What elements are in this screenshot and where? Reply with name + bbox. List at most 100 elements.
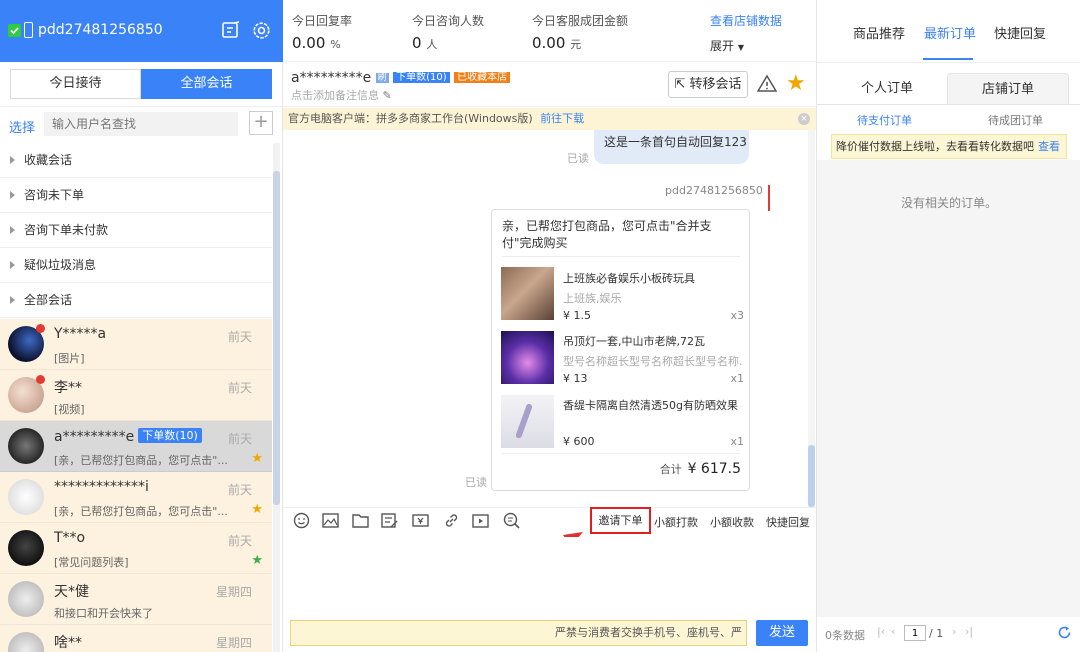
image-icon[interactable] [322, 512, 339, 529]
small-payment-button[interactable]: 小额打款 [654, 514, 698, 530]
folder-icon[interactable] [352, 512, 369, 529]
notice-view-link[interactable]: 查看 [1038, 135, 1060, 158]
stat-value: 0.00 [532, 34, 566, 52]
group-no-order[interactable]: 咨询未下单 [0, 178, 272, 213]
conversation-preview: [常见问题列表] [54, 556, 129, 569]
edit-icon[interactable] [222, 21, 240, 39]
link-icon[interactable] [443, 512, 460, 529]
quick-reply-button[interactable]: 快捷回复 [766, 514, 810, 530]
transfer-session-button[interactable]: ⇱ 转移会话 [668, 71, 748, 98]
product-spec: 上班族,娱乐 [563, 292, 622, 305]
read-indicator: 已读 [567, 152, 589, 165]
divider [0, 106, 283, 107]
expand-label: 展开 [710, 39, 735, 53]
conversation-item-active[interactable]: a*********e 下单数(10) [亲，已帮您打包商品，您可点击"... 前… [0, 421, 272, 472]
search-product-icon[interactable] [503, 512, 520, 529]
conversation-list: Y*****a [图片] 前天 李** [视频] 前天 a*********e 下… [0, 319, 272, 652]
tab-personal-orders[interactable]: 个人订单 [827, 73, 947, 104]
add-note-link[interactable]: 点击添加备注信息 ✎ [291, 87, 392, 103]
conversation-item[interactable]: Y*****a [图片] 前天 [0, 319, 272, 370]
send-button[interactable]: 发送 [756, 620, 808, 646]
group-favorites[interactable]: 收藏会话 [0, 143, 272, 178]
conversation-item[interactable]: *************i [亲，已帮您打包商品，您可点击"... 前天 ★ [0, 472, 272, 523]
group-list: 收藏会话 咨询未下单 咨询下单未付款 疑似垃圾消息 全部会话 [0, 143, 272, 318]
prev-page-icon[interactable]: ‹ [891, 625, 895, 638]
group-unpaid[interactable]: 咨询下单未付款 [0, 213, 272, 248]
last-page-icon[interactable]: ›| [965, 625, 973, 638]
small-collect-button[interactable]: 小额收款 [710, 514, 754, 530]
stat-reply-rate: 今日回复率 0.00 % [292, 12, 352, 52]
conversation-preview: 和接口和开会快来了 [54, 607, 153, 620]
divider [817, 62, 1080, 63]
order-card[interactable]: 亲，已帮您打包商品，您可点击"合并支付"完成购买 上班族必备娱乐小板砖玩具 上班… [491, 209, 750, 491]
read-indicator: 已读 [465, 476, 487, 489]
group-all-sessions[interactable]: 全部会话 [0, 283, 272, 318]
product-qty: x1 [730, 435, 744, 448]
emoji-icon[interactable] [293, 512, 310, 529]
scrollbar-thumb[interactable] [273, 171, 280, 505]
scrollbar-track[interactable] [273, 143, 280, 652]
tab-product-recommend[interactable]: 商品推荐 [853, 23, 905, 42]
conversation-item[interactable]: 李** [视频] 前天 [0, 370, 272, 421]
first-page-icon[interactable]: |‹ [877, 625, 885, 638]
avatar [8, 581, 44, 617]
refresh-icon[interactable] [1057, 625, 1072, 640]
tab-all-sessions[interactable]: 全部会话 [141, 69, 272, 99]
tab-quick-reply[interactable]: 快捷回复 [994, 23, 1046, 42]
tab-store-orders[interactable]: 店铺订单 [947, 73, 1069, 104]
banner-text: 官方电脑客户端：拼多多商家工作台(Windows版) [288, 112, 533, 125]
select-link[interactable]: 选择 [9, 117, 35, 136]
edit-note-icon[interactable] [381, 512, 398, 529]
divider [817, 104, 1080, 105]
total-label: 合计 [659, 463, 682, 476]
star-icon[interactable]: ★ [251, 502, 263, 517]
active-tab-indicator [923, 58, 973, 60]
tag-favorited: 已收藏本店 [454, 72, 511, 83]
product-price: ¥ 600 [563, 435, 595, 448]
expand-toggle[interactable]: 展开 ▼ [710, 37, 744, 54]
product-title: 香缇卡隔离自然清透50g有防晒效果 [563, 399, 738, 412]
video-icon[interactable] [472, 512, 490, 529]
star-icon[interactable]: ★ [251, 451, 263, 466]
divider [502, 256, 740, 257]
order-list-area: 没有相关的订单。 [817, 160, 1080, 617]
tab-latest-orders[interactable]: 最新订单 [924, 23, 976, 42]
conversation-item[interactable]: 啥** 星期四 [0, 625, 272, 652]
warning-icon[interactable] [757, 74, 777, 93]
conversation-name: *************i [54, 479, 149, 495]
invite-order-button[interactable]: 邀请下单 [590, 507, 651, 534]
coupon-icon[interactable] [412, 512, 429, 529]
stat-unit: 元 [570, 38, 582, 51]
tab-today[interactable]: 今日接待 [10, 69, 141, 99]
compliance-warning: 严禁与消费者交换手机号、座机号、严 [290, 620, 747, 646]
favorite-star-icon[interactable]: ★ [786, 71, 806, 96]
tab-pending-group[interactable]: 待成团订单 [988, 112, 1043, 128]
message-input[interactable] [283, 537, 816, 617]
banner-download-link[interactable]: 前往下载 [540, 112, 584, 125]
tab-pending-payment[interactable]: 待支付订单 [857, 112, 912, 128]
next-page-icon[interactable]: › [952, 625, 956, 638]
product-title: 上班族必备娱乐小板砖玩具 [563, 272, 695, 285]
promo-notice: 降价催付数据上线啦，去看看转化数据吧 查看 [831, 134, 1067, 159]
phone-icon [24, 22, 33, 38]
conversation-time: 星期四 [215, 636, 252, 650]
product-spec: 型号名称超长型号名称超长型号名称... [563, 355, 743, 368]
conversation-item[interactable]: 天*健 和接口和开会快来了 星期四 [0, 574, 272, 625]
settings-gear-icon[interactable] [252, 21, 271, 40]
total-amount: ¥ 617.5 [687, 461, 741, 477]
tag-small: 刷 [375, 73, 389, 83]
chat-scrollbar-thumb[interactable] [808, 445, 815, 507]
conversation-item[interactable]: T**o [常见问题列表] 前天 ★ [0, 523, 272, 574]
chat-scrollbar[interactable] [808, 130, 815, 507]
stat-label: 今日咨询人数 [412, 14, 485, 28]
page-input[interactable] [904, 625, 926, 641]
download-banner: 官方电脑客户端：拼多多商家工作台(Windows版) 前往下载 × [283, 108, 816, 130]
auto-reply-bubble: 这是一条首句自动回复123 [594, 130, 749, 164]
add-button[interactable]: + [249, 111, 273, 135]
star-icon[interactable]: ★ [251, 553, 263, 568]
group-spam[interactable]: 疑似垃圾消息 [0, 248, 272, 283]
sender-name: pdd27481256850 [665, 184, 763, 197]
store-data-link[interactable]: 查看店铺数据 [710, 12, 782, 29]
close-icon[interactable]: × [798, 113, 810, 125]
user-search-input[interactable] [44, 112, 238, 136]
